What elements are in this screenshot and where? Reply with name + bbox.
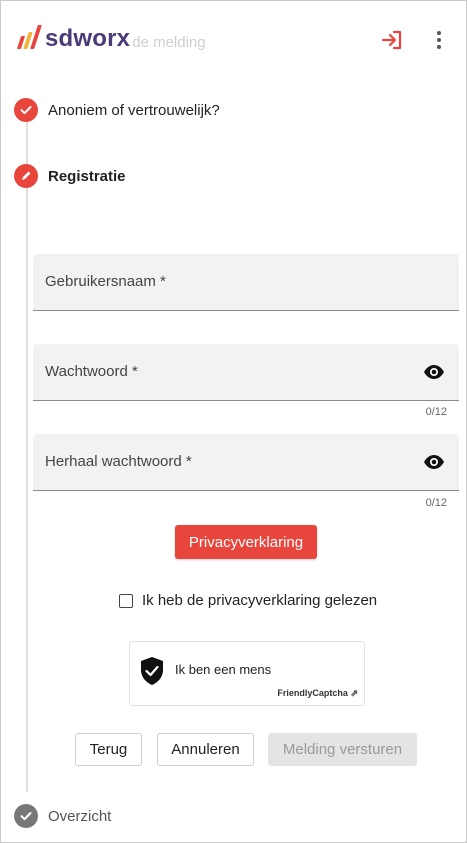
privacy-read-checkbox[interactable] [119,593,133,608]
more-vertical-icon[interactable] [430,28,448,52]
privacy-statement-button[interactable]: Privacyverklaring [175,525,317,559]
password-field[interactable]: Wachtwoord * [33,344,459,401]
step-label: Registratie [48,167,126,185]
login-arrow-icon[interactable] [380,28,404,52]
stepper-connector [26,120,28,792]
submit-report-button[interactable]: Melding versturen [268,733,417,766]
step-overview[interactable]: Overzicht [14,804,111,828]
password-counter: 0/12 [425,406,447,418]
back-button[interactable]: Terug [75,733,142,766]
app-frame [0,0,467,843]
username-label: Gebruikersnaam * [45,273,166,290]
app-header: sdworx de melding [0,18,467,62]
header-title: de melding [132,33,206,51]
repeat-password-counter: 0/12 [425,497,447,509]
check-icon [14,98,38,122]
captcha-brand[interactable]: FriendlyCaptcha ⇗ [277,688,358,699]
step-anonymous[interactable]: Anoniem of vertrouwelijk? [14,98,220,122]
brand-name: sdworx [45,25,131,52]
privacy-read-checkbox-row[interactable]: Ik heb de privacyverklaring gelezen [119,592,377,609]
repeat-password-label: Herhaal wachtwoord * [45,453,192,470]
external-link-icon: ⇗ [350,688,358,698]
friendly-captcha-widget[interactable]: Ik ben een mens FriendlyCaptcha ⇗ [129,641,365,706]
cancel-button[interactable]: Annuleren [157,733,254,766]
shield-check-icon [141,657,163,685]
brand-logo: sdworx de melding [14,24,206,54]
captcha-text: Ik ben een mens [175,662,272,677]
eye-icon[interactable] [423,364,445,380]
step-label: Anoniem of vertrouwelijk? [48,101,220,119]
privacy-read-label: Ik heb de privacyverklaring gelezen [142,592,378,609]
repeat-password-field[interactable]: Herhaal wachtwoord * [33,434,459,491]
check-icon [14,804,38,828]
step-label: Overzicht [48,807,112,825]
username-field[interactable]: Gebruikersnaam * [33,254,459,311]
logo-mark-icon [14,24,44,54]
step-registration[interactable]: Registratie [14,164,126,188]
captcha-brand-label: FriendlyCaptcha [277,688,348,698]
eye-icon[interactable] [423,454,445,470]
pencil-icon [14,164,38,188]
password-label: Wachtwoord * [45,363,138,380]
